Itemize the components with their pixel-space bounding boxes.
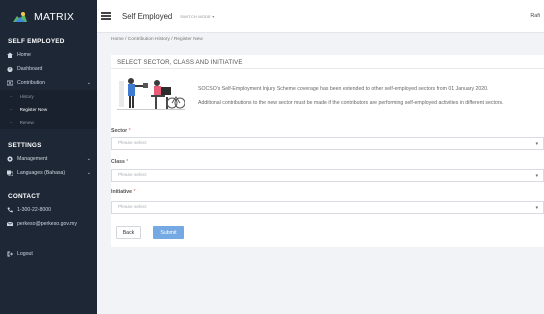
- dropdown-arrow-icon: ▼: [534, 141, 539, 146]
- contact-phone-label: 1-300-22-8000: [17, 207, 52, 213]
- section-settings: SETTINGS: [8, 142, 42, 149]
- contact-email[interactable]: perkeso@perkeso.gov.my: [0, 217, 97, 231]
- class-label: Class *: [111, 159, 129, 165]
- initiative-label: Initiative *: [111, 189, 136, 195]
- language-icon: [7, 170, 13, 176]
- info-text-1: SOCSO's Self-Employment Injury Scheme co…: [198, 86, 489, 92]
- sector-label: Sector *: [111, 128, 131, 134]
- contact-email-label: perkeso@perkeso.gov.my: [17, 221, 77, 227]
- dropdown-arrow-icon: ▼: [534, 205, 539, 210]
- submenu-item-history[interactable]: – History: [0, 90, 97, 103]
- card-title: SELECT SECTOR, CLASS AND INITIATIVE: [111, 55, 544, 69]
- contact-phone[interactable]: 1-300-22-8000: [0, 203, 97, 217]
- page-title: Self Employed: [122, 11, 173, 21]
- chevron-down-icon: ⌄: [86, 80, 91, 86]
- user-name[interactable]: Rafi: [530, 13, 540, 19]
- sidebar: MATRIX SELF EMPLOYED Home Dashboard Cont…: [0, 0, 97, 314]
- sidebar-item-label: Languages (Bahasa): [17, 170, 66, 176]
- required-mark: *: [133, 189, 136, 195]
- chevron-down-icon: ⌄: [86, 170, 91, 176]
- submenu-item-label: Renew: [19, 120, 34, 125]
- sidebar-item-dashboard[interactable]: Dashboard: [0, 62, 97, 76]
- sidebar-item-home[interactable]: Home: [0, 48, 97, 62]
- sidebar-item-languages[interactable]: Languages (Bahasa) ⌄: [0, 166, 97, 180]
- breadcrumb: Home / Contribution History / Register N…: [111, 37, 203, 42]
- sector-select[interactable]: Please select ▼: [111, 137, 544, 150]
- required-mark: *: [126, 159, 129, 165]
- hamburger-menu-icon[interactable]: [101, 10, 111, 21]
- logout-button[interactable]: Logout: [0, 247, 97, 261]
- sidebar-item-label: Management: [17, 156, 48, 162]
- gear-icon: [7, 156, 13, 162]
- register-card: SELECT SECTOR, CLASS AND INITIATIVE SOCS…: [111, 55, 544, 247]
- logout-label: Logout: [17, 251, 33, 257]
- back-button[interactable]: Back: [116, 226, 141, 239]
- matrix-logo-icon: [13, 11, 27, 22]
- money-icon: [7, 80, 13, 86]
- required-mark: *: [128, 128, 131, 134]
- sidebar-item-contribution[interactable]: Contribution ⌄: [0, 76, 97, 90]
- people-working-illustration: [117, 78, 185, 110]
- switch-mode-dropdown[interactable]: SWITCH MODE ▾: [180, 14, 214, 19]
- home-icon: [7, 52, 13, 58]
- top-bar: Self Employed SWITCH MODE ▾ Rafi: [97, 0, 544, 33]
- brand[interactable]: MATRIX: [0, 0, 97, 33]
- info-section: SOCSO's Self-Employment Injury Scheme co…: [117, 75, 542, 115]
- sector-placeholder: Please select: [118, 141, 147, 146]
- sidebar-item-label: Home: [17, 52, 31, 58]
- dropdown-arrow-icon: ▼: [534, 173, 539, 178]
- submit-button[interactable]: Submit: [153, 226, 184, 239]
- phone-icon: [7, 207, 13, 213]
- submenu-item-renew[interactable]: – Renew: [0, 116, 97, 129]
- sidebar-item-label: Contribution: [17, 80, 45, 86]
- class-select[interactable]: Please select ▼: [111, 169, 544, 182]
- initiative-placeholder: Please select: [118, 205, 147, 210]
- submenu-item-label: Register New: [19, 107, 48, 112]
- submenu-item-label: History: [19, 94, 34, 99]
- mail-icon: [7, 221, 13, 226]
- class-placeholder: Please select: [118, 173, 147, 178]
- contribution-submenu: – History – Register New – Renew: [0, 90, 97, 129]
- sidebar-item-label: Dashboard: [17, 66, 43, 72]
- logout-icon: [7, 251, 13, 257]
- section-contact: CONTACT: [8, 193, 41, 200]
- initiative-select[interactable]: Please select ▼: [111, 201, 544, 214]
- section-self-employed: SELF EMPLOYED: [8, 38, 65, 45]
- chevron-down-icon: ⌄: [86, 156, 91, 162]
- submenu-item-register-new[interactable]: – Register New: [0, 103, 97, 116]
- brand-name: MATRIX: [34, 10, 75, 23]
- dashboard-icon: [7, 66, 13, 72]
- sidebar-item-management[interactable]: Management ⌄: [0, 152, 97, 166]
- info-text-2: Additional contributions to the new sect…: [198, 100, 504, 106]
